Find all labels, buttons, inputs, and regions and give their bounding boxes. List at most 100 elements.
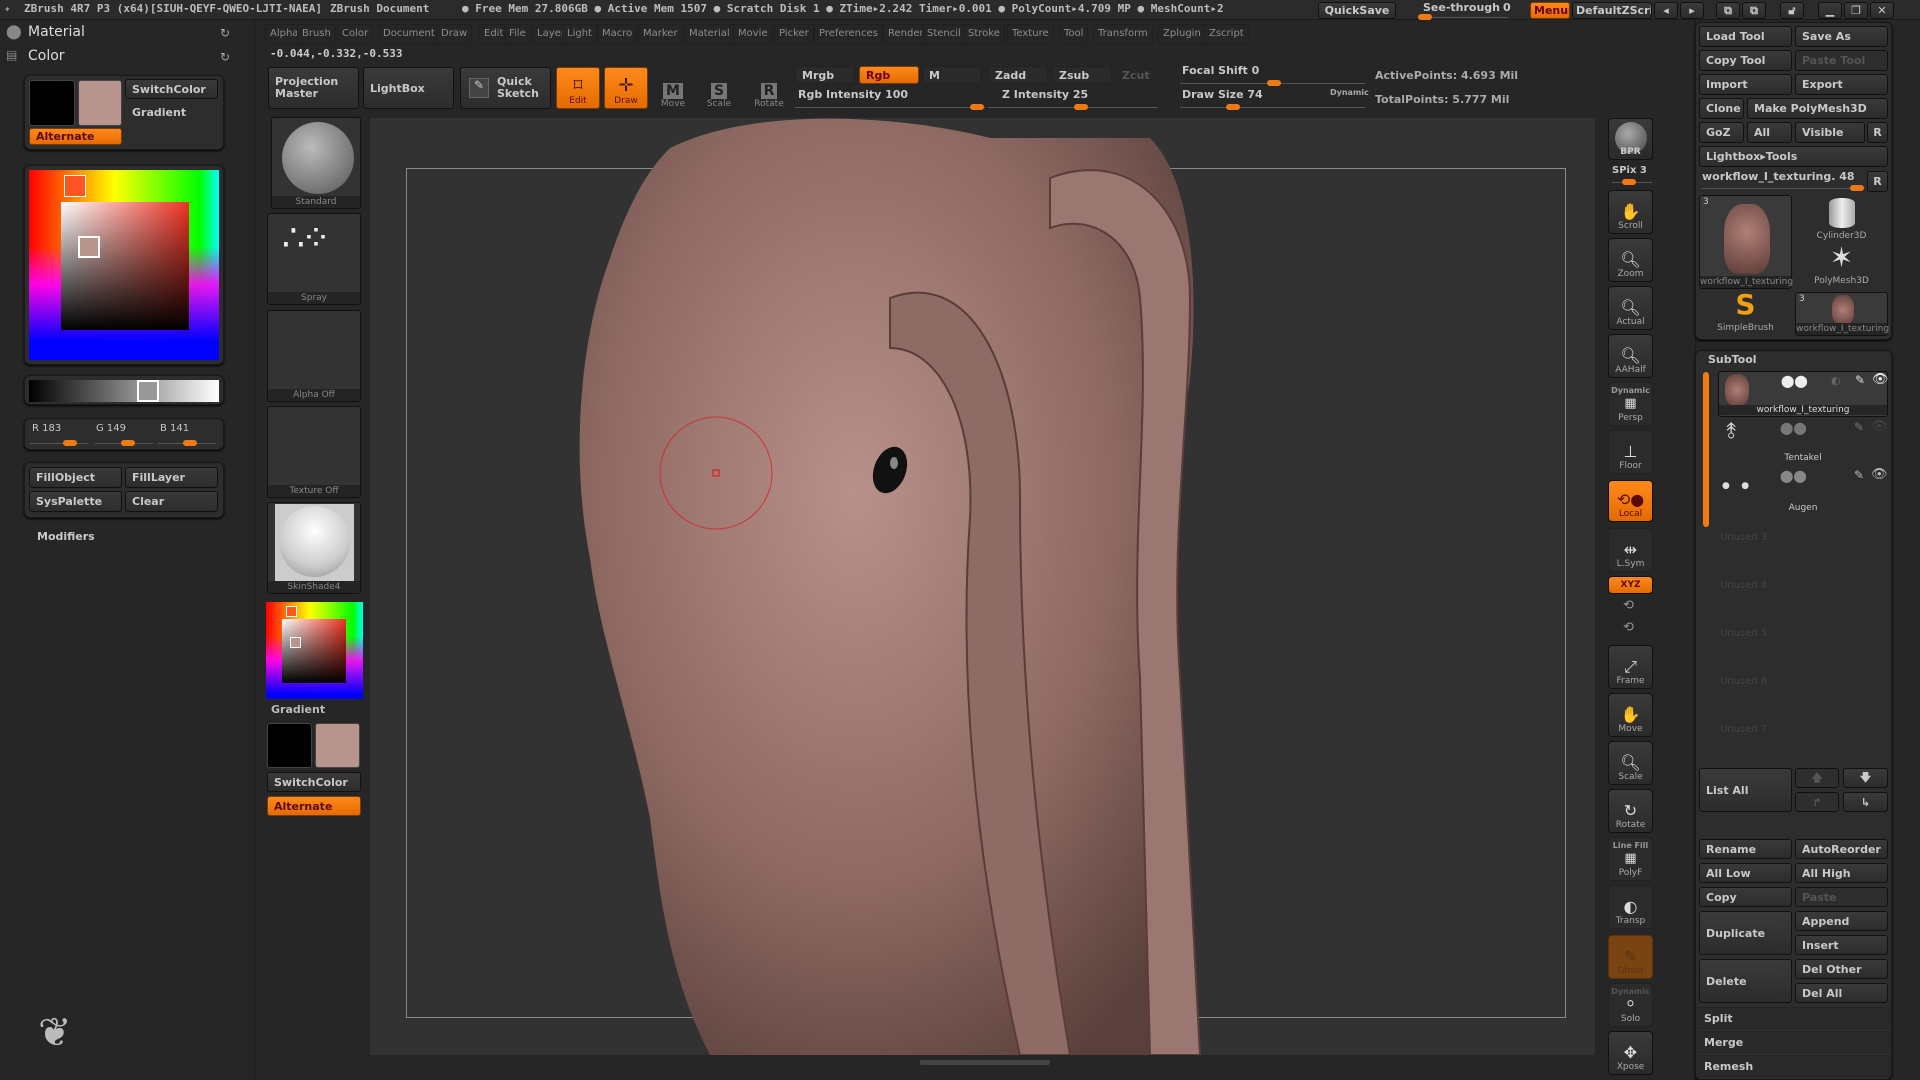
persp-button[interactable]: Dynamic ▦ Persp <box>1608 382 1653 426</box>
value-gradient-slider[interactable] <box>29 380 219 402</box>
texture-thumbnail[interactable]: Texture Off <box>267 406 361 498</box>
sys-palette-button[interactable]: SysPalette <box>29 491 122 512</box>
rename-button[interactable]: Rename <box>1699 839 1792 859</box>
bpr-button[interactable]: BPR <box>1608 118 1653 160</box>
menu-macro[interactable]: Macro <box>597 24 638 44</box>
move-up-icon[interactable]: 🡅 <box>1795 768 1839 788</box>
alpha-thumbnail[interactable]: Alpha Off <box>267 310 361 402</box>
paste-subtool-button[interactable]: Paste <box>1795 887 1888 907</box>
tool-thumb-workflow[interactable]: 3 workflow_I_texturing <box>1699 195 1793 289</box>
default-zscript-button[interactable]: DefaultZScript <box>1572 2 1652 19</box>
paste-tool-button[interactable]: Paste Tool <box>1795 50 1888 71</box>
auto-reorder-button[interactable]: AutoReorder <box>1795 839 1888 859</box>
mini-color-selector[interactable] <box>290 637 301 648</box>
material-palette-title[interactable]: Material <box>28 24 85 40</box>
subtool-item-augen[interactable]: ● ● ⬤⬤ ✎ 👁︎ Augen <box>1718 467 1888 513</box>
hue-ring[interactable] <box>29 170 219 360</box>
scroll-right-icon[interactable]: ▸ <box>1680 2 1704 19</box>
menu-material[interactable]: Material <box>684 24 735 44</box>
subtool-item-workflow[interactable]: ⬤⬤ ◐ ✎ 👁︎ workflow_I_texturing <box>1718 371 1889 417</box>
polypaint-toggle-icon[interactable]: ⬤⬤ <box>1780 421 1807 435</box>
b-slider-knob[interactable] <box>183 440 197 446</box>
goz-all-button[interactable]: All <box>1747 122 1792 143</box>
stroke-thumbnail[interactable]: ∴⁘ Spray <box>267 213 361 305</box>
move-button[interactable]: M Move <box>652 67 694 109</box>
secondary-color-swatch[interactable] <box>29 80 75 126</box>
brush-toggle-icon[interactable]: ✎ <box>1854 468 1864 482</box>
polypaint-toggle-icon[interactable]: ⬤⬤ <box>1781 374 1808 388</box>
dynamic-toggle[interactable]: Dynamic <box>1330 88 1369 97</box>
menu-document[interactable]: Document <box>378 24 440 44</box>
xyz-rotate-button[interactable]: XYZ <box>1608 576 1653 594</box>
load-tool-button[interactable]: Load Tool <box>1699 26 1792 47</box>
subtool-item-tentakel[interactable]: ⥉ ⬤⬤ ✎ 👁︎ Tentakel <box>1718 419 1888 465</box>
draw-size-slider[interactable] <box>1180 107 1365 108</box>
menu-marker[interactable]: Marker <box>638 24 683 44</box>
move-down-folder-icon[interactable]: ↳ <box>1843 792 1888 812</box>
switch-color-button[interactable]: SwitchColor <box>125 79 218 99</box>
visibility-eye-icon[interactable]: 👁︎ <box>1872 372 1889 387</box>
alternate-button[interactable]: Alternate <box>29 128 122 145</box>
polypaint-toggle-icon[interactable]: ⬤⬤ <box>1780 469 1807 483</box>
actual-button[interactable]: 🔍︎ Actual <box>1608 286 1653 330</box>
mini-color-picker[interactable] <box>266 602 363 699</box>
import-button[interactable]: Import <box>1699 74 1792 95</box>
r-slider-knob[interactable] <box>63 440 77 446</box>
shelf-switch-color-button[interactable]: SwitchColor <box>267 772 361 792</box>
all-high-button[interactable]: All High <box>1795 863 1888 883</box>
layout-next-icon[interactable]: ⧉ <box>1742 2 1766 19</box>
scale-button[interactable]: S Scale <box>698 67 740 109</box>
transp-button[interactable]: ◐ Transp <box>1608 885 1653 929</box>
material-refresh-icon[interactable]: ↻ <box>220 26 230 40</box>
tool-thumb-polymesh[interactable]: ✶ PolyMesh3D <box>1795 243 1888 291</box>
shelf-alternate-button[interactable]: Alternate <box>267 796 361 816</box>
lock-icon[interactable]: 🔓︎ <box>1780 2 1804 19</box>
remesh-section[interactable]: Remesh <box>1697 1055 1890 1077</box>
delete-button[interactable]: Delete <box>1699 959 1792 1003</box>
move-view-button[interactable]: ✋ Move <box>1608 693 1653 737</box>
modifiers-label[interactable]: Modifiers <box>37 530 95 543</box>
menu-movie[interactable]: Movie <box>733 24 773 44</box>
menu-file[interactable]: File <box>504 24 531 44</box>
goz-r-button[interactable]: R <box>1867 122 1888 143</box>
del-other-button[interactable]: Del Other <box>1795 959 1888 979</box>
aahalf-button[interactable]: 🔍︎ AAHalf <box>1608 334 1653 378</box>
brush-toggle-icon[interactable]: ✎ <box>1855 373 1865 387</box>
fill-object-button[interactable]: FillObject <box>29 467 122 488</box>
quick-sketch-button[interactable]: ✎ Quick Sketch <box>460 67 551 109</box>
solo-button[interactable]: Dynamic ⚪ Solo <box>1608 983 1653 1027</box>
menu-transform[interactable]: Transform <box>1093 24 1153 44</box>
move-down-icon[interactable]: 🡇 <box>1843 768 1888 788</box>
all-low-button[interactable]: All Low <box>1699 863 1792 883</box>
copy-tool-button[interactable]: Copy Tool <box>1699 50 1792 71</box>
rgb-intensity-slider[interactable] <box>795 107 985 108</box>
append-button[interactable]: Append <box>1795 911 1888 931</box>
menu-draw[interactable]: Draw <box>436 24 473 44</box>
tool-thumb-simplebrush[interactable]: S SimpleBrush <box>1699 290 1792 338</box>
del-all-button[interactable]: Del All <box>1795 983 1888 1003</box>
projection-master-button[interactable]: Projection Master <box>268 67 359 109</box>
insert-button[interactable]: Insert <box>1795 935 1888 955</box>
rgb-button[interactable]: Rgb <box>859 66 919 84</box>
mini-hue-selector[interactable] <box>286 606 297 617</box>
menu-color[interactable]: Color <box>337 24 374 44</box>
brush-toggle-icon[interactable]: ✎ <box>1854 420 1864 434</box>
menu-stroke[interactable]: Stroke <box>963 24 1005 44</box>
color-refresh-icon[interactable]: ↻ <box>220 50 230 64</box>
clone-button[interactable]: Clone <box>1699 98 1744 119</box>
y-rotate-icon[interactable]: ⟲ <box>1623 598 1634 613</box>
z-intensity-knob[interactable] <box>1074 104 1088 110</box>
menu-brush[interactable]: Brush <box>297 24 336 44</box>
frame-button[interactable]: ⤢ Frame <box>1608 645 1653 689</box>
z-intensity-slider[interactable] <box>988 107 1158 108</box>
restore-icon[interactable]: ❐ <box>1844 2 1868 19</box>
material-thumbnail[interactable]: SkinShade4 <box>267 502 361 594</box>
visibility-eye-icon[interactable]: 👁︎ <box>1871 467 1888 482</box>
draw-size-knob[interactable] <box>1226 104 1240 110</box>
goz-visible-button[interactable]: Visible <box>1795 122 1865 143</box>
xpose-button[interactable]: ✥ Xpose <box>1608 1031 1653 1075</box>
sculpt-model[interactable] <box>370 118 1595 1055</box>
main-color-swatch[interactable] <box>78 80 122 126</box>
menus-button[interactable]: Menus <box>1530 2 1570 19</box>
edit-button[interactable]: ⌑ Edit <box>556 67 600 109</box>
